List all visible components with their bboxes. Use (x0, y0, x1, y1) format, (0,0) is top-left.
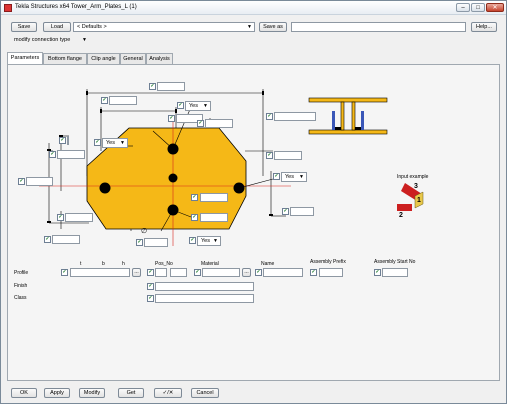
class-checkbox[interactable]: ✓ (147, 295, 154, 302)
row-label-finish: Finish (14, 283, 28, 289)
cancel-button[interactable]: Cancel (191, 388, 219, 398)
input-example-label: Input example (397, 174, 429, 180)
header-assembly-prefix: Assembly Prefix (310, 259, 346, 265)
ok-button[interactable]: OK (11, 388, 37, 398)
input-number-1: 1 (417, 197, 421, 204)
profile-input[interactable] (70, 268, 130, 277)
yes-select-right[interactable]: Yes ▼ (281, 172, 307, 182)
header-assembly-start-no: Assembly Start No (374, 259, 416, 265)
yes-select-bottom-value: Yes (201, 238, 210, 244)
dim-right-lower-input[interactable] (290, 207, 314, 216)
header-h: h (122, 261, 125, 267)
assembly-start-no-input[interactable] (382, 268, 408, 277)
plate-diagram (39, 89, 424, 246)
input-number-3: 3 (414, 183, 418, 190)
row-label-class: Class (14, 295, 27, 301)
dim-checkbox[interactable]: ✓ (191, 214, 198, 221)
row-label-profile: Profile (14, 270, 29, 276)
dim-checkbox[interactable]: ✓ (197, 120, 204, 127)
dim-checkbox[interactable]: ✓ (101, 97, 108, 104)
dim-checkbox[interactable]: ✓ (266, 152, 273, 159)
dim-bottom-left-input[interactable] (65, 213, 93, 222)
chevron-down-icon: ▼ (120, 140, 125, 146)
dim-bolt-bottom-input[interactable] (200, 213, 228, 222)
yes-select-top-value: Yes (189, 103, 198, 109)
spacer (67, 136, 69, 145)
dim-checkbox[interactable]: ✓ (59, 137, 66, 144)
dim-checkbox[interactable]: ✓ (266, 113, 273, 120)
chevron-down-icon: ▼ (213, 238, 218, 244)
finish-input[interactable] (155, 282, 254, 291)
material-input[interactable] (202, 268, 240, 277)
section-dim-input[interactable] (274, 112, 316, 121)
dim-checkbox[interactable]: ✓ (136, 239, 143, 246)
tab-parameters[interactable]: Parameters (7, 52, 43, 64)
dim-checkbox[interactable]: ✓ (191, 194, 198, 201)
assembly-prefix-input[interactable] (319, 268, 343, 277)
profile-checkbox[interactable]: ✓ (61, 269, 68, 276)
dim-left-height-input[interactable] (57, 150, 85, 159)
material-checkbox[interactable]: ✓ (194, 269, 201, 276)
header-t: t (80, 261, 82, 267)
modify-button[interactable]: Modify (79, 388, 105, 398)
dim-checkbox[interactable]: ✓ (57, 214, 64, 221)
dim-checkbox[interactable]: ✓ (18, 178, 25, 185)
dim-bolt-lower-input[interactable] (200, 193, 228, 202)
yes-select-right-value: Yes (285, 174, 294, 180)
input-number-2: 2 (399, 212, 403, 219)
dim-right-upper-input[interactable] (274, 151, 302, 160)
yes-select-left[interactable]: Yes ▼ (102, 138, 128, 148)
yes-select-left-value: Yes (106, 140, 115, 146)
assembly-prefix-checkbox[interactable]: ✓ (310, 269, 317, 276)
assembly-start-no-checkbox[interactable]: ✓ (374, 269, 381, 276)
toggle-all-button[interactable]: ✓/✕ (154, 388, 182, 398)
dim-checkbox[interactable]: ✓ (282, 208, 289, 215)
header-name: Name (261, 261, 275, 267)
name-checkbox[interactable]: ✓ (255, 269, 262, 276)
dim-checkbox[interactable]: ✓ (149, 83, 156, 90)
bolt-toggle-checkbox[interactable]: ✓ (189, 237, 196, 244)
chevron-down-icon: ▼ (203, 103, 208, 109)
finish-checkbox[interactable]: ✓ (147, 283, 154, 290)
bolt-toggle-checkbox[interactable]: ✓ (177, 102, 184, 109)
dim-checkbox[interactable]: ✓ (49, 151, 56, 158)
dim-total-height-input[interactable] (26, 177, 53, 186)
bolt-toggle-checkbox[interactable]: ✓ (273, 173, 280, 180)
angle-symbol: ∅ (141, 228, 148, 235)
class-input[interactable] (155, 294, 254, 303)
bolt-toggle-checkbox[interactable]: ✓ (94, 139, 101, 146)
pos-no-checkbox[interactable]: ✓ (147, 269, 154, 276)
dim-bottom-edge-input[interactable] (52, 235, 80, 244)
yes-select-bottom[interactable]: Yes ▼ (197, 236, 221, 246)
header-b: b (102, 261, 105, 267)
dim-checkbox[interactable]: ✓ (44, 236, 51, 243)
dim-checkbox[interactable]: ✓ (168, 115, 175, 122)
dim-hole-diameter-input[interactable] (144, 238, 168, 247)
profile-browse-button[interactable]: ... (132, 268, 141, 277)
pos-start-no-input[interactable] (170, 268, 187, 277)
material-browse-button[interactable]: ... (242, 268, 251, 277)
header-material: Material (201, 261, 219, 267)
dim-corner-x-input[interactable] (205, 119, 233, 128)
apply-button[interactable]: Apply (44, 388, 70, 398)
dim-total-width-input[interactable] (157, 82, 185, 91)
name-input[interactable] (263, 268, 303, 277)
header-pos-no: Pos_No (155, 261, 173, 267)
dim-inner-width-input[interactable] (109, 96, 137, 105)
dialog-window: Tekla Structures x64 Tower_Arm_Plates_L … (0, 0, 507, 404)
pos-prefix-input[interactable] (155, 268, 167, 277)
chevron-down-icon: ▼ (299, 174, 304, 180)
get-button[interactable]: Get (118, 388, 144, 398)
yes-select-top[interactable]: Yes ▼ (185, 101, 211, 111)
